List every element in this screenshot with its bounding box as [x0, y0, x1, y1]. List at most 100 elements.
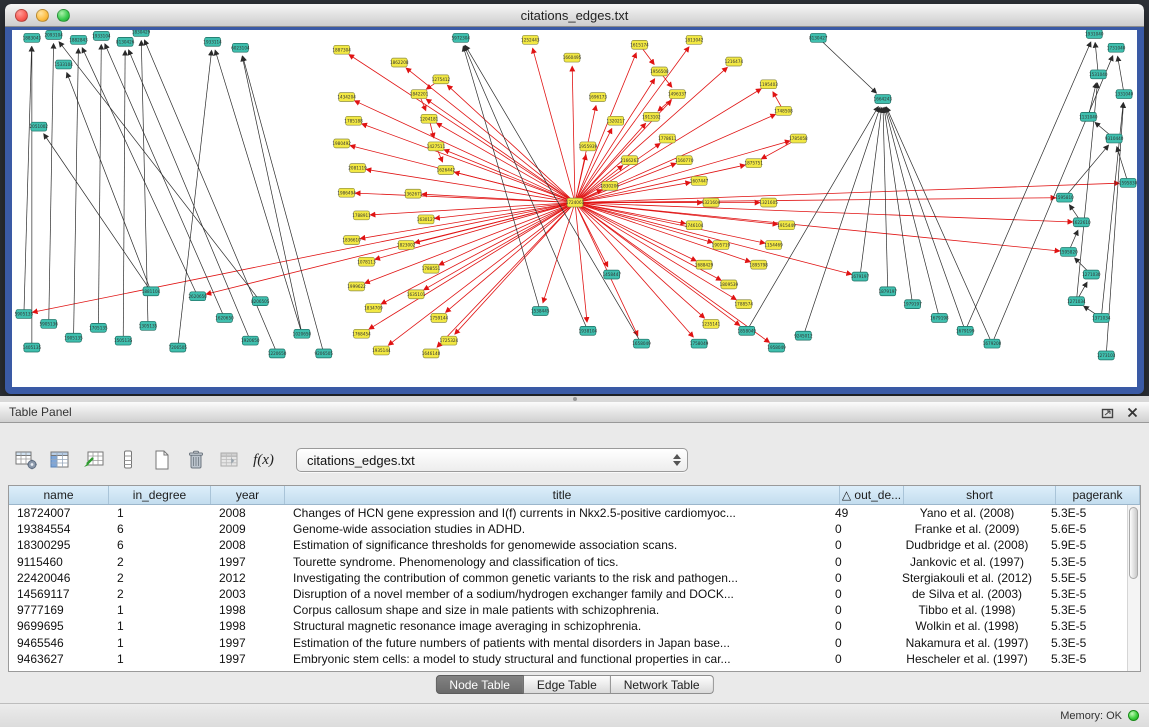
network-node[interactable]: 9245012 — [794, 331, 813, 340]
tab-edge-table[interactable]: Edge Table — [524, 675, 611, 694]
network-node[interactable]: 9310440 — [1105, 134, 1124, 143]
network-node[interactable]: 1881104 — [142, 287, 161, 296]
network-node[interactable]: 8206505 — [251, 297, 270, 306]
close-window-button[interactable] — [15, 9, 28, 22]
network-node[interactable]: 1664243 — [874, 95, 893, 104]
delete-button[interactable] — [182, 447, 209, 474]
network-node[interactable]: 1321604 — [702, 198, 721, 207]
network-node[interactable]: 5905136 — [39, 319, 58, 328]
network-node[interactable]: 1905719 — [712, 241, 731, 250]
column-header-title[interactable]: title — [285, 486, 840, 504]
table-row[interactable]: 1938455462009Genome-wide association stu… — [9, 521, 1127, 537]
column-header-short[interactable]: short — [904, 486, 1056, 504]
network-node[interactable]: 1986494 — [337, 188, 356, 197]
network-node[interactable]: 1979197 — [903, 300, 922, 309]
network-node[interactable]: 1658049 — [632, 339, 651, 348]
network-node[interactable]: 1320217 — [606, 116, 625, 125]
network-node[interactable]: 9206505 — [315, 349, 334, 358]
minimize-window-button[interactable] — [36, 9, 49, 22]
network-node[interactable]: 1505135 — [114, 336, 133, 345]
network-node[interactable]: 1271034 — [1067, 297, 1086, 306]
network-node[interactable]: 1955939 — [579, 142, 598, 151]
network-node[interactable]: 1788574 — [735, 300, 754, 309]
network-node[interactable]: 1321605 — [759, 198, 778, 207]
network-node[interactable]: 1858049 — [738, 326, 757, 335]
network-node[interactable]: 2051002 — [30, 122, 49, 131]
network-node[interactable]: 1696173 — [589, 93, 608, 102]
network-node[interactable]: 1371034 — [1092, 314, 1111, 323]
network-node[interactable]: 1595810 — [1055, 193, 1074, 202]
network-node[interactable]: 1958049 — [767, 343, 786, 352]
network-node[interactable]: 1862208 — [390, 58, 409, 67]
network-node[interactable]: 1788551 — [422, 264, 441, 273]
network-node[interactable]: 1531040 — [1089, 70, 1108, 79]
network-node[interactable]: 1275412 — [432, 75, 451, 84]
table-row[interactable]: 1830029562008Estimation of significance … — [9, 537, 1127, 553]
network-node[interactable]: 1836610 — [342, 236, 361, 245]
network-node[interactable]: 1834709 — [364, 304, 383, 313]
network-node[interactable]: 1235141 — [702, 319, 721, 328]
network-node[interactable]: 1842201 — [410, 90, 429, 99]
network-node[interactable]: 1731040 — [1107, 43, 1126, 52]
network-node[interactable]: 2081119 — [348, 164, 367, 173]
float-panel-icon[interactable] — [1100, 405, 1114, 419]
show-columns-button[interactable] — [46, 447, 73, 474]
network-node[interactable]: 1679197 — [851, 272, 870, 281]
network-node[interactable]: 5972304 — [452, 33, 471, 42]
table-row[interactable]: 946362711997Embryonic stem cells: a mode… — [9, 651, 1127, 667]
network-node[interactable]: 1920650 — [241, 336, 260, 345]
network-node[interactable]: 1626442 — [437, 166, 456, 175]
network-node[interactable]: 1935144 — [372, 346, 391, 355]
network-node[interactable]: 8130426 — [116, 37, 135, 46]
network-node[interactable]: 1496337 — [668, 90, 687, 99]
network-node[interactable]: 1725324 — [440, 336, 459, 345]
network-node[interactable]: 1883043 — [23, 33, 42, 42]
network-node[interactable]: 1788911 — [352, 211, 371, 220]
network-node[interactable]: 1999622 — [347, 282, 366, 291]
network-node[interactable]: 1216474 — [725, 57, 744, 66]
network-node[interactable]: 1895798 — [749, 260, 768, 269]
network-node[interactable]: 1778611 — [658, 134, 677, 143]
network-node[interactable]: 1331040 — [1115, 90, 1134, 99]
network-node[interactable]: 1830429 — [132, 30, 151, 36]
network-node[interactable]: 2166263 — [620, 156, 639, 165]
network-node[interactable]: 6023104 — [231, 43, 250, 52]
network-node[interactable]: 1724061 — [566, 198, 585, 207]
network-node[interactable]: 1273103 — [1097, 351, 1116, 360]
network-node[interactable]: 1630127 — [417, 215, 436, 224]
column-header-pagerank[interactable]: pagerank — [1056, 486, 1140, 504]
column-header-in_degree[interactable]: in_degree — [109, 486, 211, 504]
network-node[interactable]: 1020650 — [293, 329, 312, 338]
column-header-out_de[interactable]: △ out_de... — [840, 486, 904, 504]
network-node[interactable]: 1875751 — [744, 159, 763, 168]
network-node[interactable]: 1679198 — [930, 314, 949, 323]
network-node[interactable]: 1809539 — [720, 280, 739, 289]
network-node[interactable]: 1458447 — [602, 270, 621, 279]
network-node[interactable]: 1305135 — [139, 321, 158, 330]
network-node[interactable]: 1748508 — [774, 106, 793, 115]
network-node[interactable]: 1933114 — [203, 37, 222, 46]
network-node[interactable]: 1078113 — [357, 257, 376, 266]
network-node[interactable]: 1620650 — [215, 314, 234, 323]
network-node[interactable]: 1956508 — [650, 67, 669, 76]
table-row[interactable]: 977716911998Corpus callosum shape and si… — [9, 602, 1127, 618]
network-node[interactable]: 1220650 — [268, 349, 287, 358]
import-table-button[interactable] — [216, 447, 243, 474]
network-node[interactable]: 8130427 — [809, 33, 828, 42]
table-row[interactable]: 946554611997Estimation of the future num… — [9, 635, 1127, 651]
network-node[interactable]: 2093104 — [44, 30, 63, 39]
network-node[interactable]: 1622610 — [1072, 218, 1091, 227]
network-node[interactable]: 1913102 — [642, 112, 661, 121]
edit-column-button[interactable] — [80, 447, 107, 474]
close-panel-icon[interactable] — [1125, 405, 1139, 419]
network-node[interactable]: 1160770 — [675, 156, 694, 165]
network-node[interactable]: 1785058 — [789, 134, 808, 143]
network-node[interactable]: 1688429 — [695, 260, 714, 269]
network-node[interactable]: 1405135 — [23, 343, 42, 352]
network-node[interactable]: 1915449 — [777, 221, 796, 230]
network-node[interactable]: 1660495 — [563, 53, 582, 62]
network-graph[interactable]: 1724061188730418622081275412143420417851… — [12, 30, 1137, 387]
network-node[interactable]: 1204181 — [420, 114, 439, 123]
network-node[interactable]: 1607447 — [690, 176, 709, 185]
network-node[interactable]: 1646140 — [422, 349, 441, 358]
